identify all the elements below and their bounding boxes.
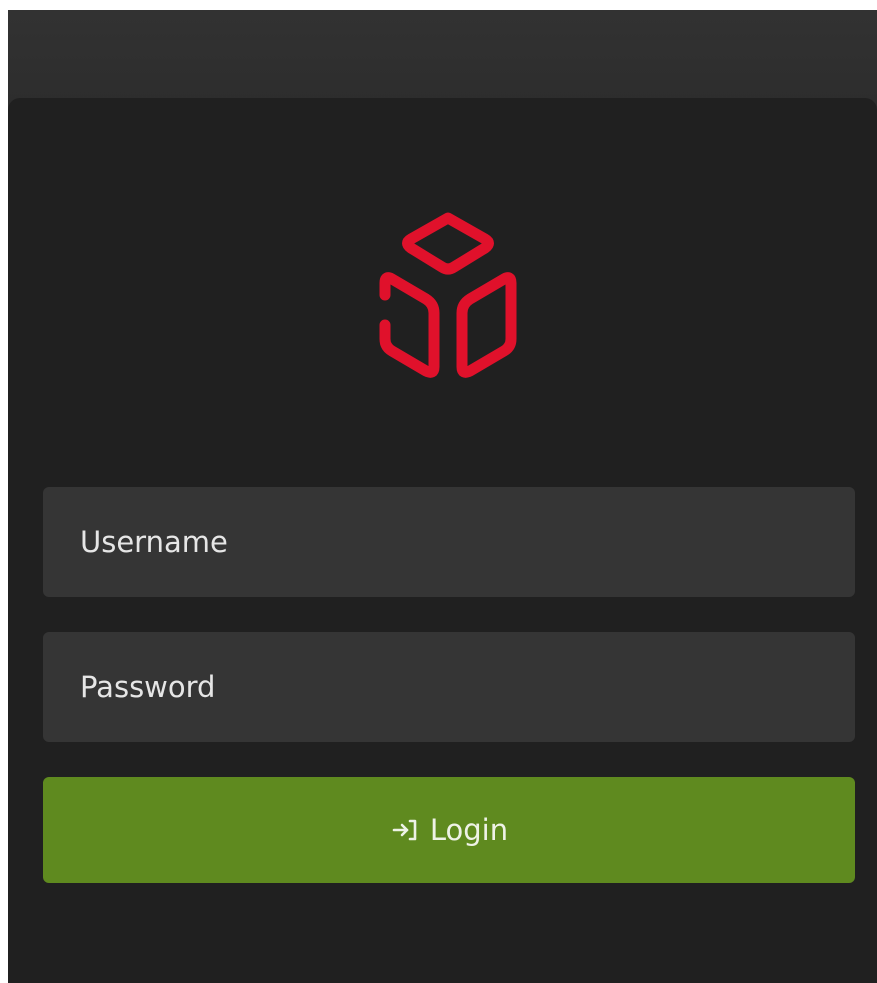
login-button[interactable]: Login xyxy=(43,777,855,883)
username-field[interactable]: Username xyxy=(43,487,855,597)
login-button-label: Login xyxy=(429,813,509,847)
login-arrow-icon xyxy=(390,815,420,845)
password-placeholder: Password xyxy=(80,670,216,704)
app-frame: Username Password Login xyxy=(8,10,877,983)
cube-logo-icon xyxy=(358,203,538,383)
username-placeholder: Username xyxy=(80,525,228,559)
login-panel: Username Password Login xyxy=(8,98,877,983)
password-field[interactable]: Password xyxy=(43,632,855,742)
